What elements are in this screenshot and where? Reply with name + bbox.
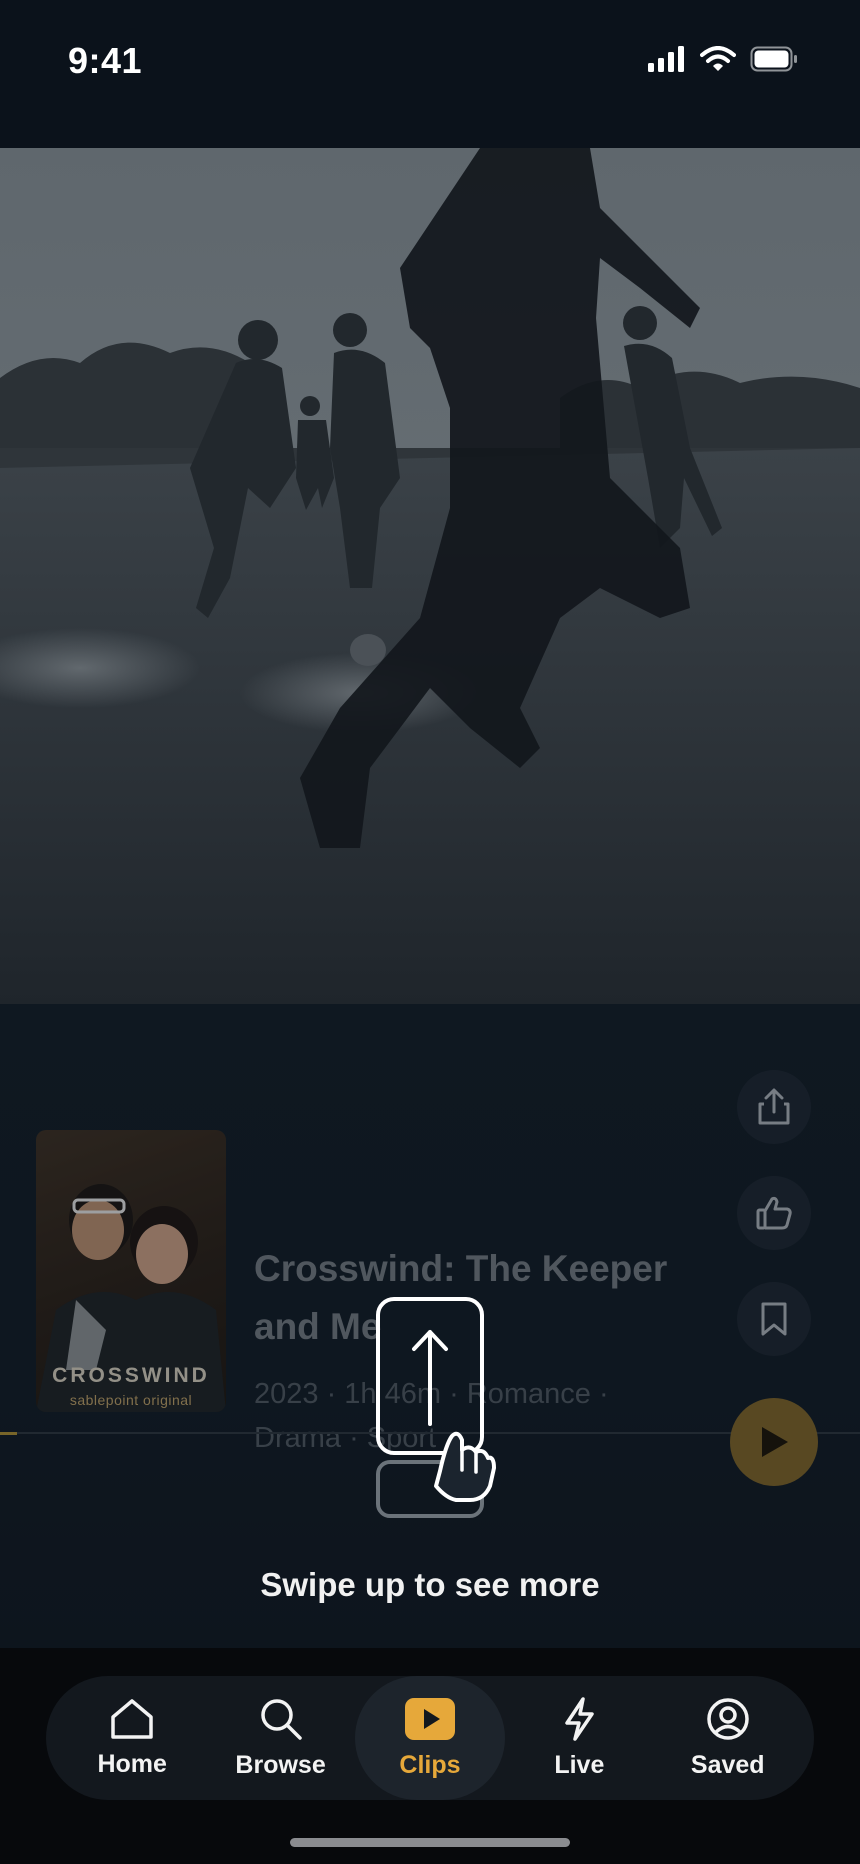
play-icon xyxy=(762,1427,788,1457)
wifi-icon xyxy=(700,46,736,71)
clip-poster[interactable]: CROSSWIND sablepoint original xyxy=(36,1130,226,1412)
battery-icon xyxy=(750,46,797,72)
tab-browse-label: Browse xyxy=(235,1750,326,1779)
share-button[interactable] xyxy=(737,1070,811,1144)
poster-title: CROSSWIND xyxy=(52,1364,210,1387)
clip-progress-fill xyxy=(0,1432,17,1435)
signal-icon xyxy=(648,46,684,72)
clip-details-panel: CROSSWIND sablepoint original Crosswind:… xyxy=(0,1004,860,1648)
tab-bar: Home Browse Clips Live Saved xyxy=(46,1676,814,1800)
tab-browse[interactable]: Browse xyxy=(207,1676,355,1800)
bottom-nav-area: Home Browse Clips Live Saved xyxy=(0,1648,860,1864)
tab-saved-label: Saved xyxy=(690,1750,765,1779)
swipe-up-hint-text: Swipe up to see more xyxy=(260,1566,600,1603)
bookmark-button[interactable] xyxy=(737,1282,811,1356)
bookmark-icon xyxy=(761,1302,787,1336)
poster-subtitle: sablepoint original xyxy=(69,1392,193,1408)
play-button[interactable] xyxy=(730,1398,818,1486)
tab-home[interactable]: Home xyxy=(58,1676,206,1800)
status-bar: 9:41 xyxy=(0,0,860,148)
status-time: 9:41 xyxy=(68,40,143,81)
share-icon xyxy=(758,1088,790,1125)
tab-live[interactable]: Live xyxy=(505,1676,653,1800)
clips-play-icon xyxy=(404,1697,455,1740)
lightning-icon xyxy=(565,1696,595,1741)
tab-home-label: Home xyxy=(97,1749,167,1778)
home-icon xyxy=(111,1698,153,1739)
status-icons xyxy=(648,46,798,72)
clip-meta: 2023 · 1h 46m · Romance · Drama · Sport xyxy=(254,1378,609,1454)
like-button[interactable] xyxy=(737,1176,811,1250)
tab-saved[interactable]: Saved xyxy=(654,1676,802,1800)
tab-live-label: Live xyxy=(554,1750,605,1779)
clip-title[interactable]: Crosswind: The Keeper and Me xyxy=(254,1240,714,1356)
home-indicator xyxy=(290,1838,570,1847)
tab-clips[interactable]: Clips xyxy=(354,1676,505,1800)
thumbs-up-icon xyxy=(756,1196,792,1230)
search-icon xyxy=(260,1698,302,1740)
profile-icon xyxy=(707,1697,749,1740)
tab-clips-label: Clips xyxy=(399,1750,461,1779)
clip-hero-image[interactable] xyxy=(0,148,860,1004)
